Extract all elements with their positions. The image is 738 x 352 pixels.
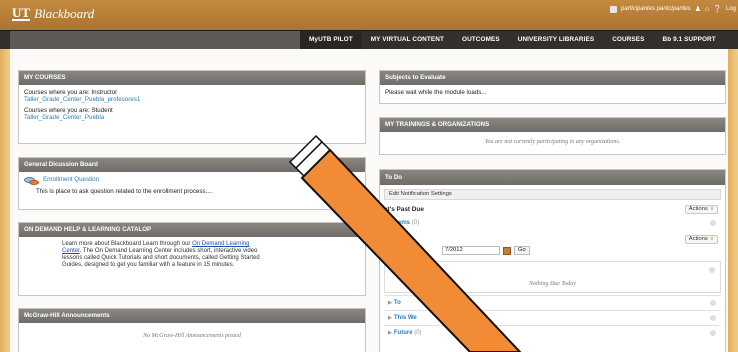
tab-myutb-pilot[interactable]: MyUTB PILOT <box>300 31 362 49</box>
past-due-title: at's Past Due <box>384 206 424 213</box>
collapse-icon[interactable] <box>709 267 715 273</box>
group-this-week[interactable]: ▶ This We <box>384 310 721 325</box>
subjects-loading: Please wait while the module loads... <box>385 89 487 96</box>
triangle-right-icon: ▶ <box>388 330 392 336</box>
content-area: MY COURSES Courses where you are: Instru… <box>10 49 728 352</box>
user-avatar-icon <box>610 5 618 13</box>
person-icon[interactable]: ♟ <box>695 6 701 13</box>
chevron-down-icon: ∨ <box>709 206 714 212</box>
instructor-label: Courses where you are: Instructor <box>24 89 118 96</box>
my-courses-module: MY COURSES Courses where you are: Instru… <box>18 70 366 144</box>
all-items-row: ems (0) <box>384 216 721 229</box>
my-courses-title: MY COURSES <box>19 71 365 85</box>
collapse-icon[interactable] <box>710 220 716 226</box>
catalog-module: ON DEMAND HELP & LEARNING CATALOP Learn … <box>18 222 366 296</box>
chevron-down-icon: ∨ <box>709 236 714 242</box>
catalog-title: ON DEMAND HELP & LEARNING CATALOP <box>19 223 365 237</box>
group-today[interactable]: ▶ To <box>384 295 721 310</box>
help-icon[interactable]: ❔ <box>713 6 722 13</box>
tab-my-virtual-content[interactable]: MY VIRTUAL CONTENT <box>362 31 453 49</box>
app-header: UT Blackboard participantes participante… <box>0 0 738 30</box>
subjects-module: Subjects to Evaluate Please wait while t… <box>379 70 726 104</box>
logo-mark: UT <box>12 5 31 21</box>
todo-title: To Do <box>380 170 725 185</box>
tab-bb-support[interactable]: Bb 9.1 SUPPORT <box>654 31 725 49</box>
trainings-module: MY TRAININGS & ORGANIZATIONS You are not… <box>379 117 726 155</box>
collapse-icon[interactable] <box>710 330 716 336</box>
triangle-right-icon: ▶ <box>388 315 392 321</box>
mcgraw-empty: No McGraw-Hill Announcements posted <box>143 333 241 339</box>
discussion-title: General Dicussion Board <box>19 158 365 172</box>
left-frame <box>0 0 10 352</box>
discussion-module: General Dicussion Board Enrollment Quest… <box>18 157 366 210</box>
nothing-due-box: Nothing Due Today <box>384 261 721 293</box>
student-label: Courses where you are: Student <box>24 107 113 114</box>
all-items-link[interactable]: ems <box>398 220 410 226</box>
trainings-title: MY TRAININGS & ORGANIZATIONS <box>380 118 725 132</box>
blackboard-logo[interactable]: UT Blackboard <box>12 6 94 22</box>
discussion-icon <box>24 176 39 186</box>
date-input[interactable]: 7/2012 <box>442 246 500 255</box>
enrollment-question-link[interactable]: Enrollment Question <box>43 176 99 183</box>
nav-tabs: MyUTB PILOT MY VIRTUAL CONTENT OUTCOMES … <box>300 31 725 49</box>
nav-left-ledge <box>10 31 300 49</box>
tab-outcomes[interactable]: OUTCOMES <box>453 31 509 49</box>
mcgraw-module: McGraw-Hill Announcements No McGraw-Hill… <box>18 308 366 352</box>
due-row: Actions ∨ <box>384 233 721 246</box>
mcgraw-title: McGraw-Hill Announcements <box>19 309 365 323</box>
nothing-due-text: Nothing Due Today <box>529 281 576 287</box>
student-course-link[interactable]: Taller_Grade_Center_Puebla <box>24 114 360 121</box>
logo-text: Blackboard <box>34 6 95 21</box>
right-frame <box>728 0 738 352</box>
main-nav: MyUTB PILOT MY VIRTUAL CONTENT OUTCOMES … <box>0 30 738 49</box>
collapse-icon[interactable] <box>710 300 716 306</box>
actions-button-2[interactable]: Actions ∨ <box>684 235 718 244</box>
actions-button[interactable]: Actions ∨ <box>684 205 718 214</box>
todo-module: To Do Edit Notification Settings at's Pa… <box>379 169 726 352</box>
trainings-empty: You are not currently participating in a… <box>484 139 621 145</box>
subjects-title: Subjects to Evaluate <box>380 71 725 85</box>
tab-university-libraries[interactable]: UNIVERSITY LIBRARIES <box>509 31 603 49</box>
calendar-icon[interactable] <box>503 246 511 255</box>
tab-courses[interactable]: COURSES <box>603 31 653 49</box>
triangle-right-icon: ▶ <box>388 300 392 306</box>
catalog-text: Learn more about Blackboard Learn throug… <box>62 241 260 268</box>
edit-notification-settings[interactable]: Edit Notification Settings <box>384 189 721 200</box>
enrollment-question-desc: This is place to ask question related to… <box>36 188 213 195</box>
user-bar: participantes participantes ♟ ⌂ ❔ Log <box>610 3 738 15</box>
date-row: 7/2012 Go <box>384 246 721 259</box>
past-due-row: at's Past Due Actions ∨ <box>384 203 721 216</box>
logout-link[interactable]: Log <box>726 6 736 12</box>
collapse-icon[interactable] <box>710 315 716 321</box>
home-icon[interactable]: ⌂ <box>705 6 709 13</box>
instructor-course-link[interactable]: Taller_Grade_Center_Puebla_profesores1 <box>24 96 360 103</box>
all-items-count: (0) <box>411 220 420 226</box>
group-future[interactable]: ▶ Future (0) <box>384 325 721 340</box>
username[interactable]: participantes participantes <box>621 6 691 12</box>
go-button[interactable]: Go <box>514 246 530 255</box>
